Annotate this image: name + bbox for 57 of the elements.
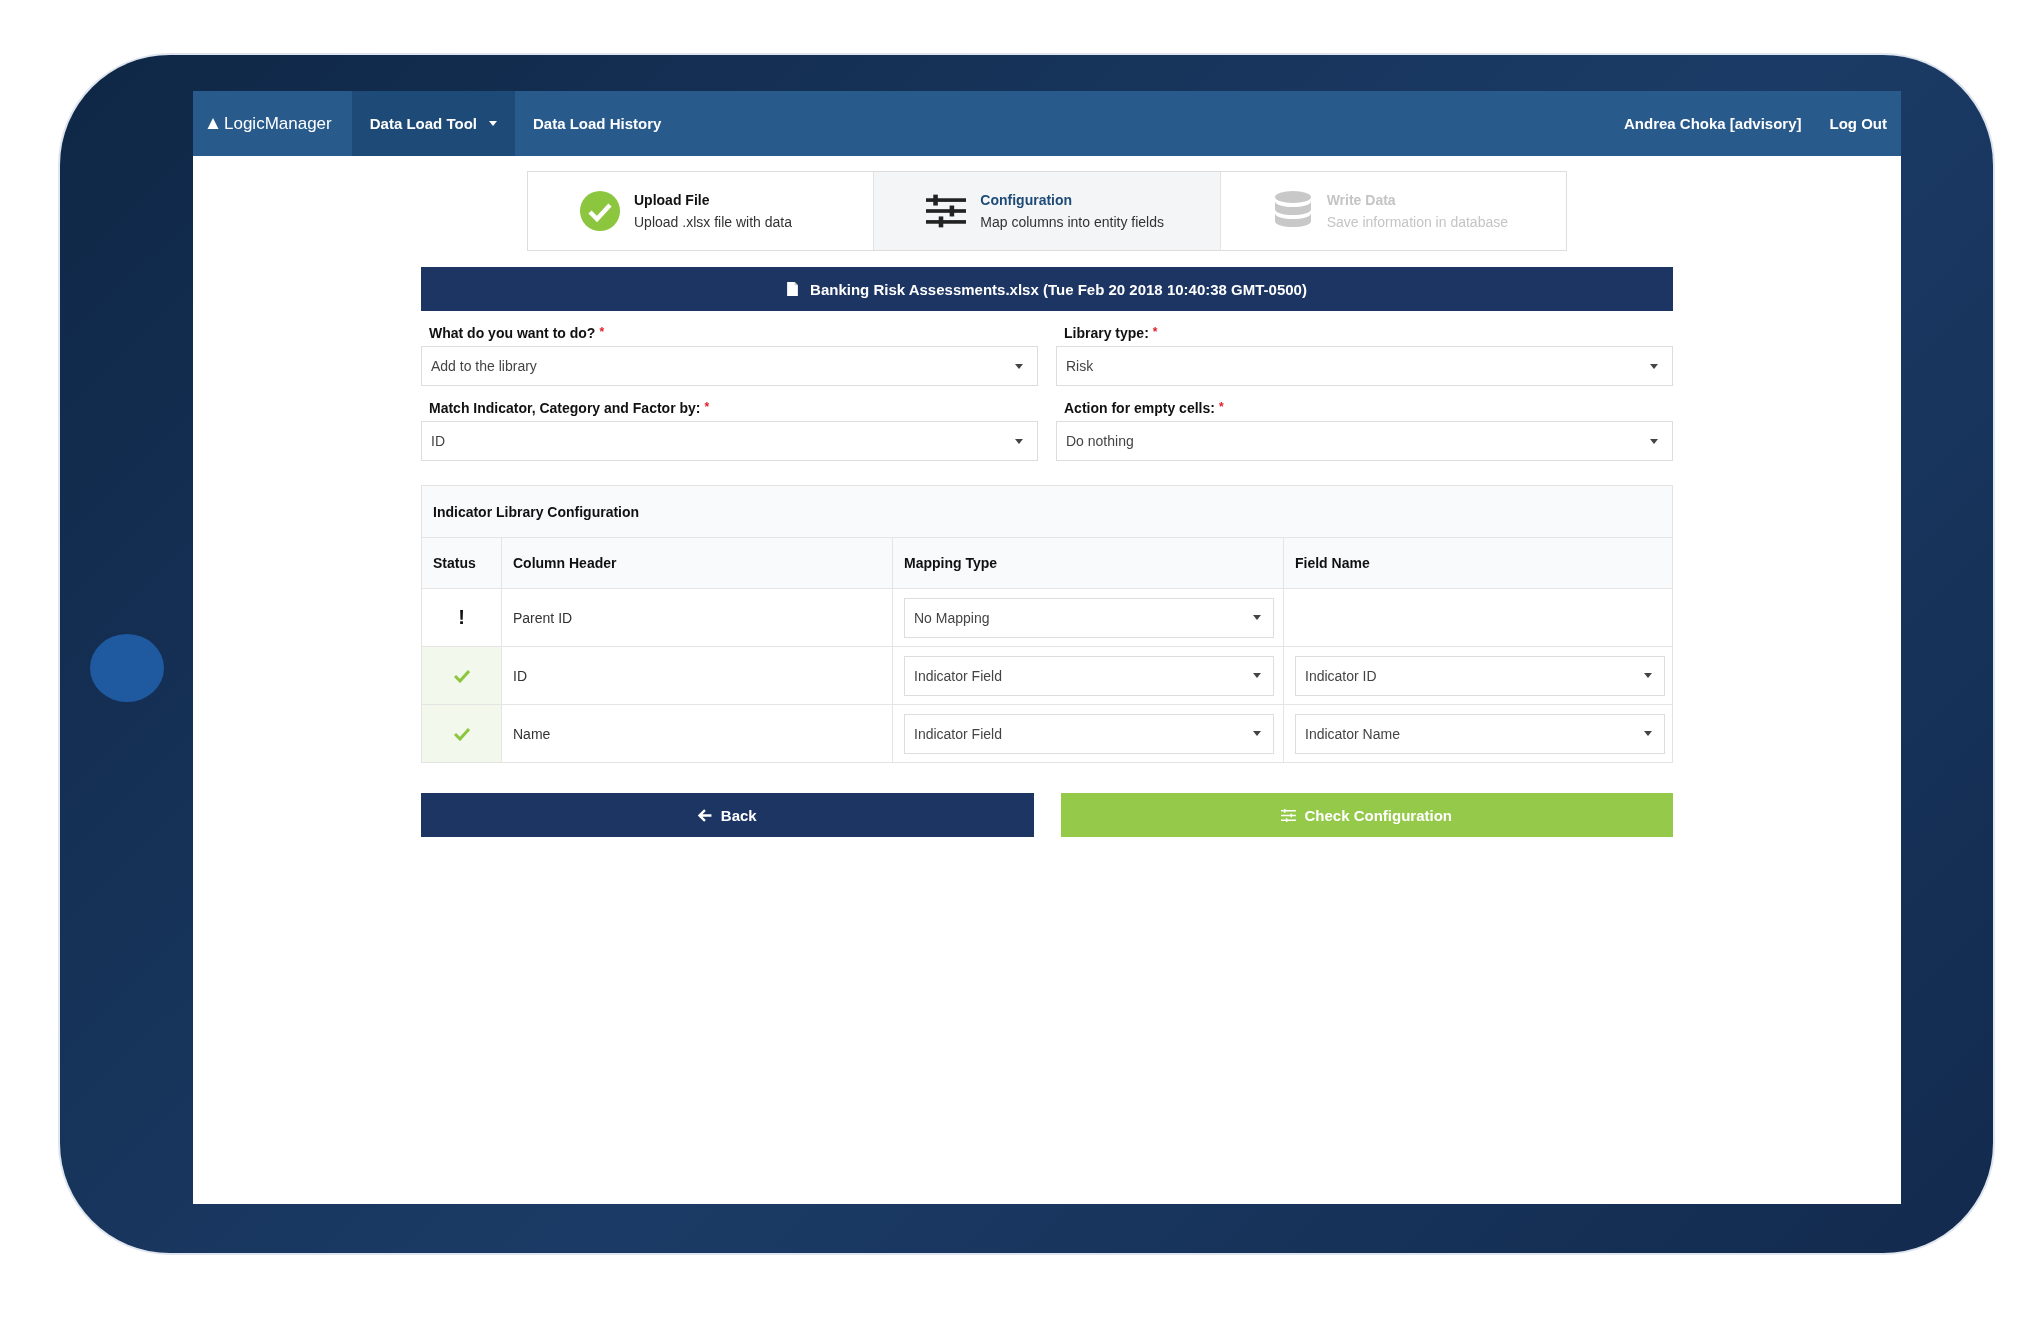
caret-icon xyxy=(1650,438,1658,444)
nav-tab[interactable]: Data Load History xyxy=(515,91,680,156)
panel-title: Indicator Library Configuration xyxy=(432,502,641,522)
file-name: Banking Risk Assessments.xlsx (Tue Feb 20 2018 10:40:38 GMT-0500) xyxy=(810,280,1307,298)
field-label: What do you want to do? xyxy=(429,325,596,341)
table-cell: ID xyxy=(501,646,892,704)
caret-icon xyxy=(1644,673,1652,678)
check-icon xyxy=(453,668,470,683)
step-subtitle: Upload .xlsx file with data xyxy=(634,214,792,230)
column-header: Field Name xyxy=(1283,537,1672,588)
user-link[interactable]: Andrea Choka [advisory] xyxy=(1609,91,1816,156)
required-mark: * xyxy=(1152,325,1158,339)
dropdown-field[interactable]: Risk xyxy=(1056,346,1673,386)
step-subtitle: Map columns into entity fields xyxy=(980,214,1164,230)
column-header: Status xyxy=(422,537,501,588)
logo-icon xyxy=(207,118,219,129)
caret-icon xyxy=(1253,673,1261,678)
step-title: Configuration xyxy=(980,192,1074,208)
document-icon xyxy=(787,282,799,296)
table-cell: Name xyxy=(501,704,892,762)
required-mark: * xyxy=(704,400,710,414)
caret-icon xyxy=(1015,438,1023,444)
table-cell: Parent ID xyxy=(501,588,892,646)
dropdown-field[interactable]: Indicator Name xyxy=(1295,713,1665,754)
sliders-icon xyxy=(1281,808,1297,822)
back-button[interactable]: Back xyxy=(421,793,1034,837)
dropdown-field[interactable]: ID xyxy=(421,421,1038,461)
required-mark: * xyxy=(599,325,605,339)
required-mark: * xyxy=(1218,400,1224,414)
field-label: Match Indicator, Category and Factor by: xyxy=(429,400,701,416)
caret-icon xyxy=(1644,731,1652,736)
column-header: Column Header xyxy=(501,537,892,588)
dropdown-field[interactable]: No Mapping xyxy=(904,597,1274,638)
nav-tab[interactable]: Data Load Tool xyxy=(351,91,515,156)
warning-mark: ! xyxy=(458,606,465,629)
dropdown-field[interactable]: Add to the library xyxy=(421,346,1038,386)
step[interactable]: Configuration Map columns into entity fields xyxy=(874,172,1221,250)
dropdown-field[interactable]: Do nothing xyxy=(1056,421,1673,461)
brand-logo[interactable]: LogicManager xyxy=(193,91,352,156)
check-circle-icon xyxy=(580,191,620,231)
field-label: Library type: xyxy=(1064,325,1149,341)
step-title: Upload File xyxy=(634,192,711,208)
field-label: Action for empty cells: xyxy=(1064,400,1215,416)
check-icon xyxy=(453,726,470,741)
arrow-left-icon xyxy=(697,808,713,822)
caret-icon xyxy=(1650,363,1658,369)
column-header: Mapping Type xyxy=(892,537,1283,588)
dropdown-field[interactable]: Indicator Field xyxy=(904,713,1274,754)
caret-icon xyxy=(1253,731,1261,736)
step[interactable]: Upload File Upload .xlsx file with data xyxy=(528,172,875,250)
caret-icon xyxy=(1015,363,1023,369)
caret-icon xyxy=(1253,615,1261,620)
step-subtitle: Save information in database xyxy=(1326,214,1508,230)
dropdown-field[interactable]: Indicator ID xyxy=(1295,655,1665,696)
step-title: Write Data xyxy=(1326,192,1397,208)
dropdown-field[interactable]: Indicator Field xyxy=(904,655,1274,696)
logout-link[interactable]: Log Out xyxy=(1815,91,1901,156)
